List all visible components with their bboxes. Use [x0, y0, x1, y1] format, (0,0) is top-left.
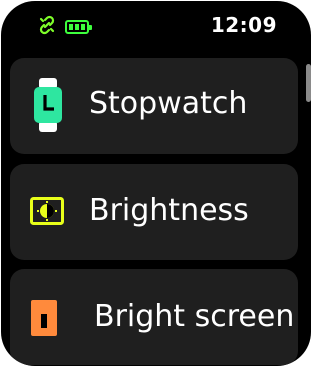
- stopwatch-icon: [32, 76, 64, 138]
- menu-item-bright-screen[interactable]: Bright screen: [10, 269, 298, 365]
- status-icons: [37, 15, 92, 39]
- unlink-icon: [37, 15, 57, 39]
- battery-icon: [65, 20, 92, 34]
- menu-item-stopwatch[interactable]: Stopwatch: [10, 58, 298, 154]
- scrollbar[interactable]: [306, 64, 311, 102]
- menu-item-brightness[interactable]: Brightness: [10, 164, 298, 260]
- brightness-icon: [30, 197, 64, 229]
- menu-item-label: Brightness: [89, 193, 249, 228]
- watch-screen: 12:09 Stopwatch Brightness Bright screen: [1, 1, 311, 366]
- menu-item-label: Stopwatch: [89, 86, 248, 121]
- menu-item-label: Bright screen: [94, 299, 295, 334]
- bright-screen-icon: [31, 300, 57, 340]
- status-bar: 12:09: [1, 1, 311, 53]
- clock-time: 12:09: [210, 13, 277, 37]
